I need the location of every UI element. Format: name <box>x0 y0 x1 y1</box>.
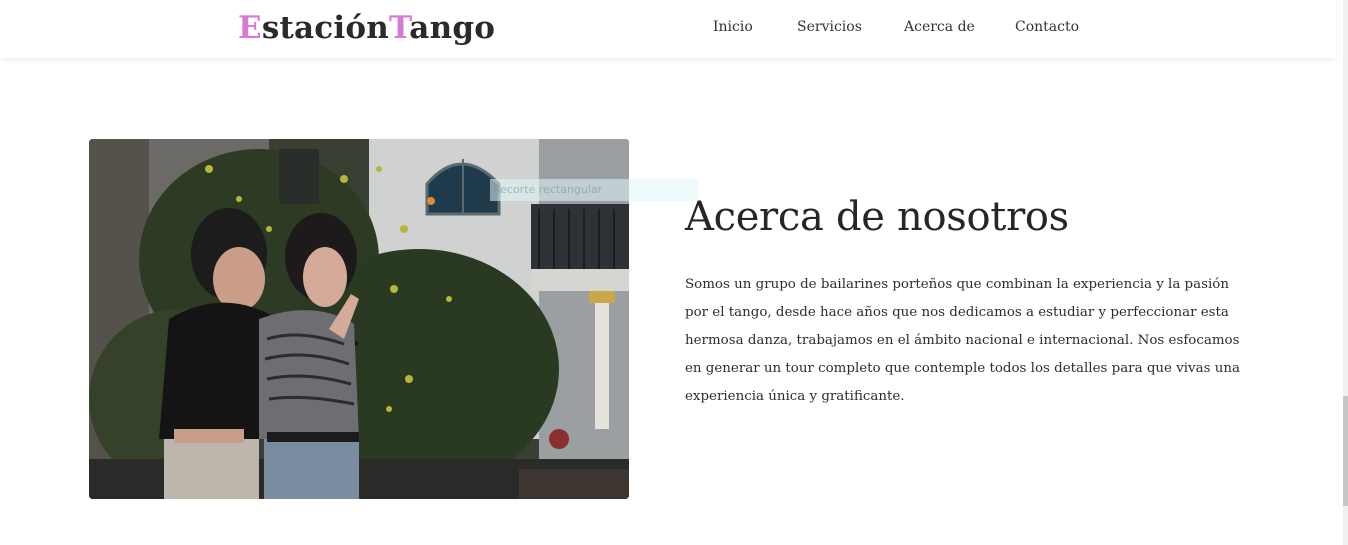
nav-servicios[interactable]: Servicios <box>797 19 862 35</box>
about-title: Acerca de nosotros <box>685 194 1069 240</box>
photo-overlay-label: Recorte rectangular <box>490 179 698 201</box>
site-header: EstaciónTango Inicio Servicios Acerca de… <box>0 0 1336 58</box>
page: EstaciónTango Inicio Servicios Acerca de… <box>0 0 1348 545</box>
nav-acerca-de[interactable]: Acerca de <box>904 19 975 35</box>
logo-word-ango: ango <box>409 10 496 46</box>
page-scrollbar[interactable] <box>1343 0 1348 545</box>
nav-contacto[interactable]: Contacto <box>1015 19 1079 35</box>
logo-initial-e: E <box>238 10 262 46</box>
scrollbar-thumb[interactable] <box>1343 396 1348 506</box>
about-description: Somos un grupo de bailarines porteños qu… <box>685 277 1240 404</box>
nav-inicio[interactable]: Inicio <box>713 19 753 35</box>
site-logo[interactable]: EstaciónTango <box>238 10 495 46</box>
logo-initial-t: T <box>388 10 410 46</box>
logo-word-estacion: stación <box>261 10 389 46</box>
